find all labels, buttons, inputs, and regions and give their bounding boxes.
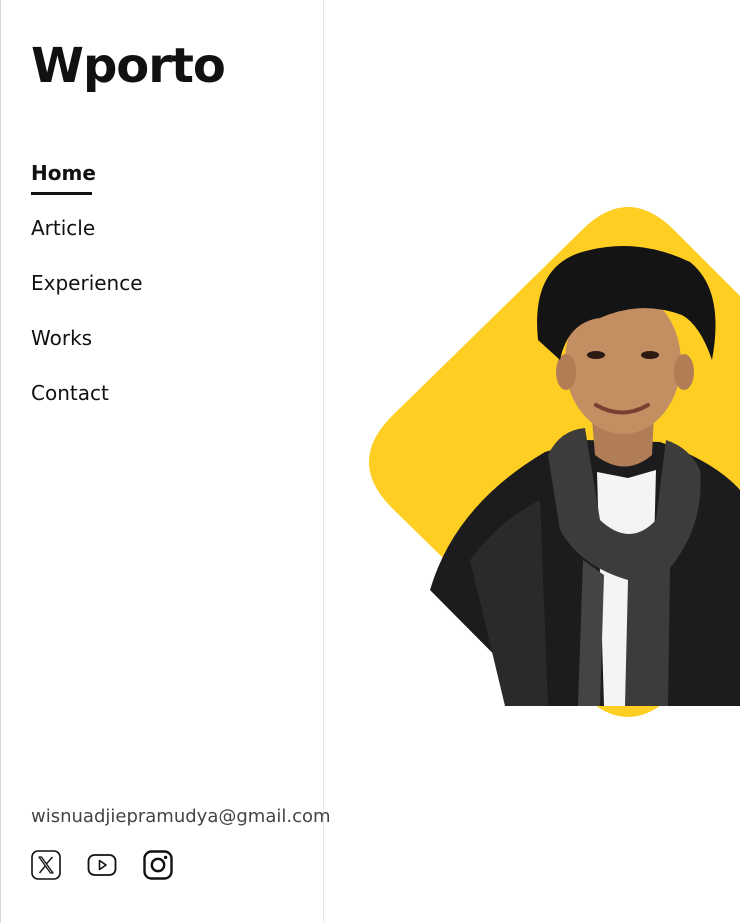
nav-experience-link[interactable]: Experience (31, 270, 143, 325)
hero-portrait (369, 207, 740, 717)
main-nav: Home Article Experience Works Contact (31, 160, 143, 435)
sidebar: Wporto Home Article Experience Works Con… (0, 0, 331, 923)
nav-home-label: Home (31, 161, 96, 185)
youtube-icon[interactable] (87, 850, 117, 880)
instagram-icon[interactable] (143, 850, 173, 880)
active-underline (31, 192, 92, 195)
nav-works-link[interactable]: Works (31, 325, 143, 380)
nav-article-link[interactable]: Article (31, 215, 143, 270)
social-links (31, 850, 173, 880)
nav-contact-link[interactable]: Contact (31, 380, 143, 435)
x-icon[interactable] (31, 850, 61, 880)
hero-section (325, 0, 740, 923)
contact-email[interactable]: wisnuadjiepramudya@gmail.com (31, 806, 331, 827)
nav-home-link[interactable]: Home (31, 160, 143, 215)
site-logo[interactable]: Wporto (31, 40, 226, 93)
